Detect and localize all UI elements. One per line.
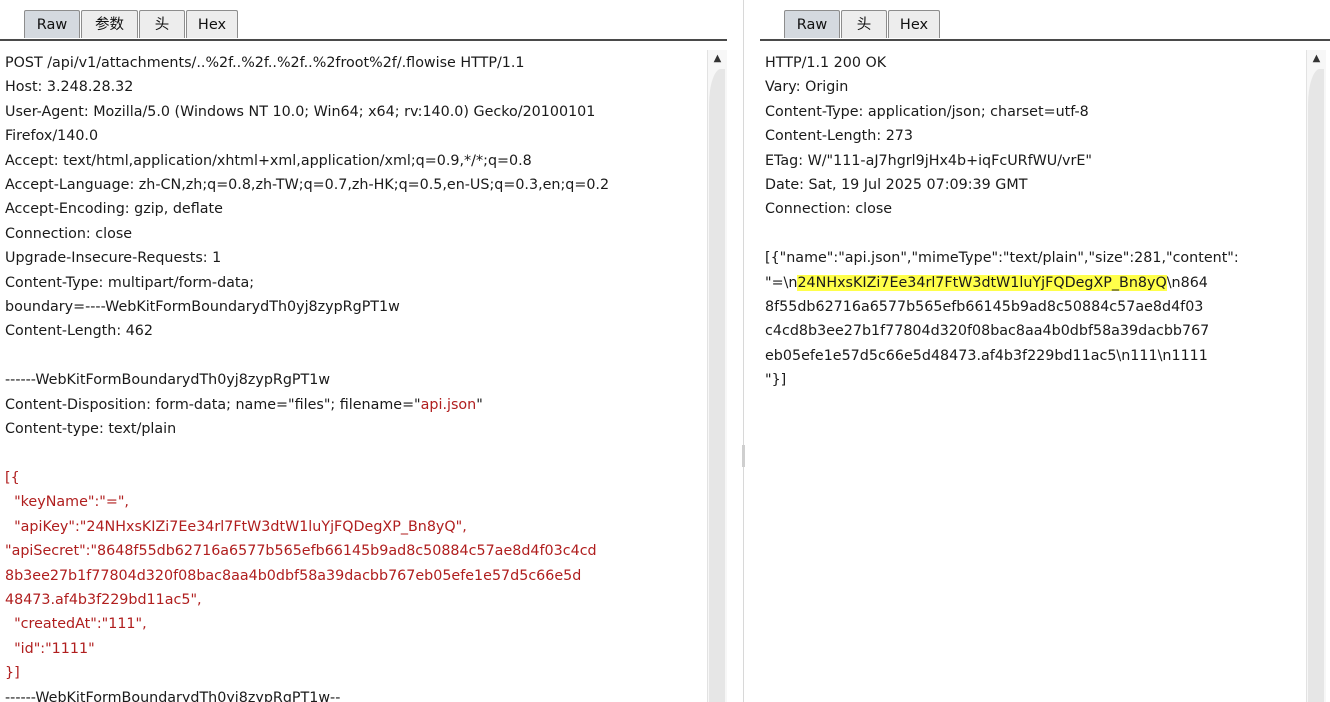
header-line: Content-Type: application/json; charset=… [765, 103, 1089, 120]
body-line: "id":"1111" [5, 640, 95, 657]
highlighted-api-key: 24NHxsKIZi7Ee34rl7FtW3dtW1luYjFQDegXP_Bn… [797, 274, 1167, 291]
split-pane-divider[interactable] [727, 0, 760, 702]
scrollbar-thumb[interactable] [1308, 69, 1324, 702]
header-line: User-Agent: Mozilla/5.0 (Windows NT 10.0… [5, 103, 596, 120]
request-tab-underline [0, 39, 727, 41]
header-line: boundary=----WebKitFormBoundarydTh0yj8zy… [5, 299, 400, 316]
header-line: Connection: close [5, 225, 133, 242]
response-tab-raw[interactable]: Raw [784, 10, 840, 38]
status-line: HTTP/1.1 200 OK [765, 55, 887, 71]
response-body-line: eb05efe1e57d5c66e5d48473.af4b3f229bd11ac… [765, 347, 1208, 364]
request-tab-headers[interactable]: 头 [139, 10, 185, 38]
header-line: Accept-Encoding: gzip, deflate [5, 201, 223, 218]
response-pane: Raw 头 Hex HTTP/1.1 200 OK Vary: Origin C… [760, 0, 1330, 702]
request-line: POST /api/v1/attachments/..%2f..%2f..%2f… [5, 55, 525, 71]
response-tab-underline [760, 39, 1330, 41]
body-line: 48473.af4b3f229bd11ac5", [5, 591, 202, 608]
response-editor[interactable]: HTTP/1.1 200 OK Vary: Origin Content-Typ… [765, 51, 1239, 393]
body-line: "apiSecret":"8648f55db62716a6577b565efb6… [5, 543, 597, 560]
body-line: 8b3ee27b1f77804d320f08bac8aa4b0dbf58a39d… [5, 567, 582, 584]
response-tab-headers[interactable]: 头 [841, 10, 887, 38]
body-line: }] [5, 665, 20, 682]
divider-grip-handle[interactable] [742, 445, 745, 467]
header-line: Content-Type: multipart/form-data; [5, 274, 255, 291]
header-line: Accept-Language: zh-CN,zh;q=0.8,zh-TW;q=… [5, 177, 610, 194]
response-body-line: c4cd8b3ee27b1f77804d320f08bac8aa4b0dbf58… [765, 323, 1210, 340]
request-tab-params[interactable]: 参数 [81, 10, 138, 38]
scrollbar-thumb[interactable] [709, 69, 725, 702]
request-editor[interactable]: POST /api/v1/attachments/..%2f..%2f..%2f… [5, 51, 609, 702]
content-type-line: Content-type: text/plain [5, 421, 177, 438]
request-tab-raw[interactable]: Raw [24, 10, 80, 38]
content-disposition-line: Content-Disposition: form-data; name="fi… [5, 397, 483, 413]
response-tab-hex[interactable]: Hex [888, 10, 940, 38]
response-body-line: "=\n24NHxsKIZi7Ee34rl7FtW3dtW1luYjFQDegX… [765, 274, 1208, 291]
scroll-up-arrow-icon[interactable]: ▲ [708, 50, 727, 68]
response-body-line: 8f55db62716a6577b565efb66145b9ad8c50884c… [765, 299, 1204, 316]
response-body-line: [{"name":"api.json","mimeType":"text/pla… [765, 250, 1239, 267]
request-scrollbar[interactable]: ▲ [707, 50, 727, 702]
divider-line [743, 0, 744, 702]
header-line: Date: Sat, 19 Jul 2025 07:09:39 GMT [765, 177, 1028, 194]
header-line: Firefox/140.0 [5, 128, 99, 145]
content-disposition-prefix: Content-Disposition: form-data; name="fi… [5, 396, 421, 413]
header-line: Vary: Origin [765, 79, 849, 96]
body-line: "apiKey":"24NHxsKIZi7Ee34rl7FtW3dtW1luYj… [5, 518, 467, 535]
response-body-line: "}] [765, 372, 787, 389]
body-line: "createdAt":"111", [5, 616, 147, 633]
header-line: Host: 3.248.28.32 [5, 79, 134, 96]
body-content-suffix: \n864 [1166, 274, 1208, 291]
body-line: "keyName":"=", [5, 494, 129, 511]
content-disposition-suffix: " [476, 396, 483, 413]
header-line: Upgrade-Insecure-Requests: 1 [5, 250, 222, 267]
header-line: Accept: text/html,application/xhtml+xml,… [5, 152, 532, 169]
filename-value: api.json [420, 396, 477, 413]
body-content-prefix: "=\n [765, 274, 798, 291]
scroll-up-arrow-icon[interactable]: ▲ [1307, 50, 1326, 68]
header-line: Content-Length: 462 [5, 323, 153, 340]
header-line: Connection: close [765, 201, 893, 218]
request-tab-hex[interactable]: Hex [186, 10, 238, 38]
body-line: [{ [5, 469, 20, 486]
header-line: Content-Length: 273 [765, 128, 913, 145]
request-pane: Raw 参数 头 Hex POST /api/v1/attachments/..… [0, 0, 727, 702]
response-tab-bar: Raw 头 Hex [760, 0, 1330, 41]
request-tab-bar: Raw 参数 头 Hex [0, 0, 727, 41]
boundary-end-line: ------WebKitFormBoundarydTh0yj8zypRgPT1w… [5, 689, 341, 702]
boundary-line: ------WebKitFormBoundarydTh0yj8zypRgPT1w [5, 372, 331, 389]
response-scrollbar[interactable]: ▲ [1306, 50, 1326, 702]
header-line: ETag: W/"111-aJ7hgrl9jHx4b+iqFcURfWU/vrE… [765, 152, 1092, 169]
